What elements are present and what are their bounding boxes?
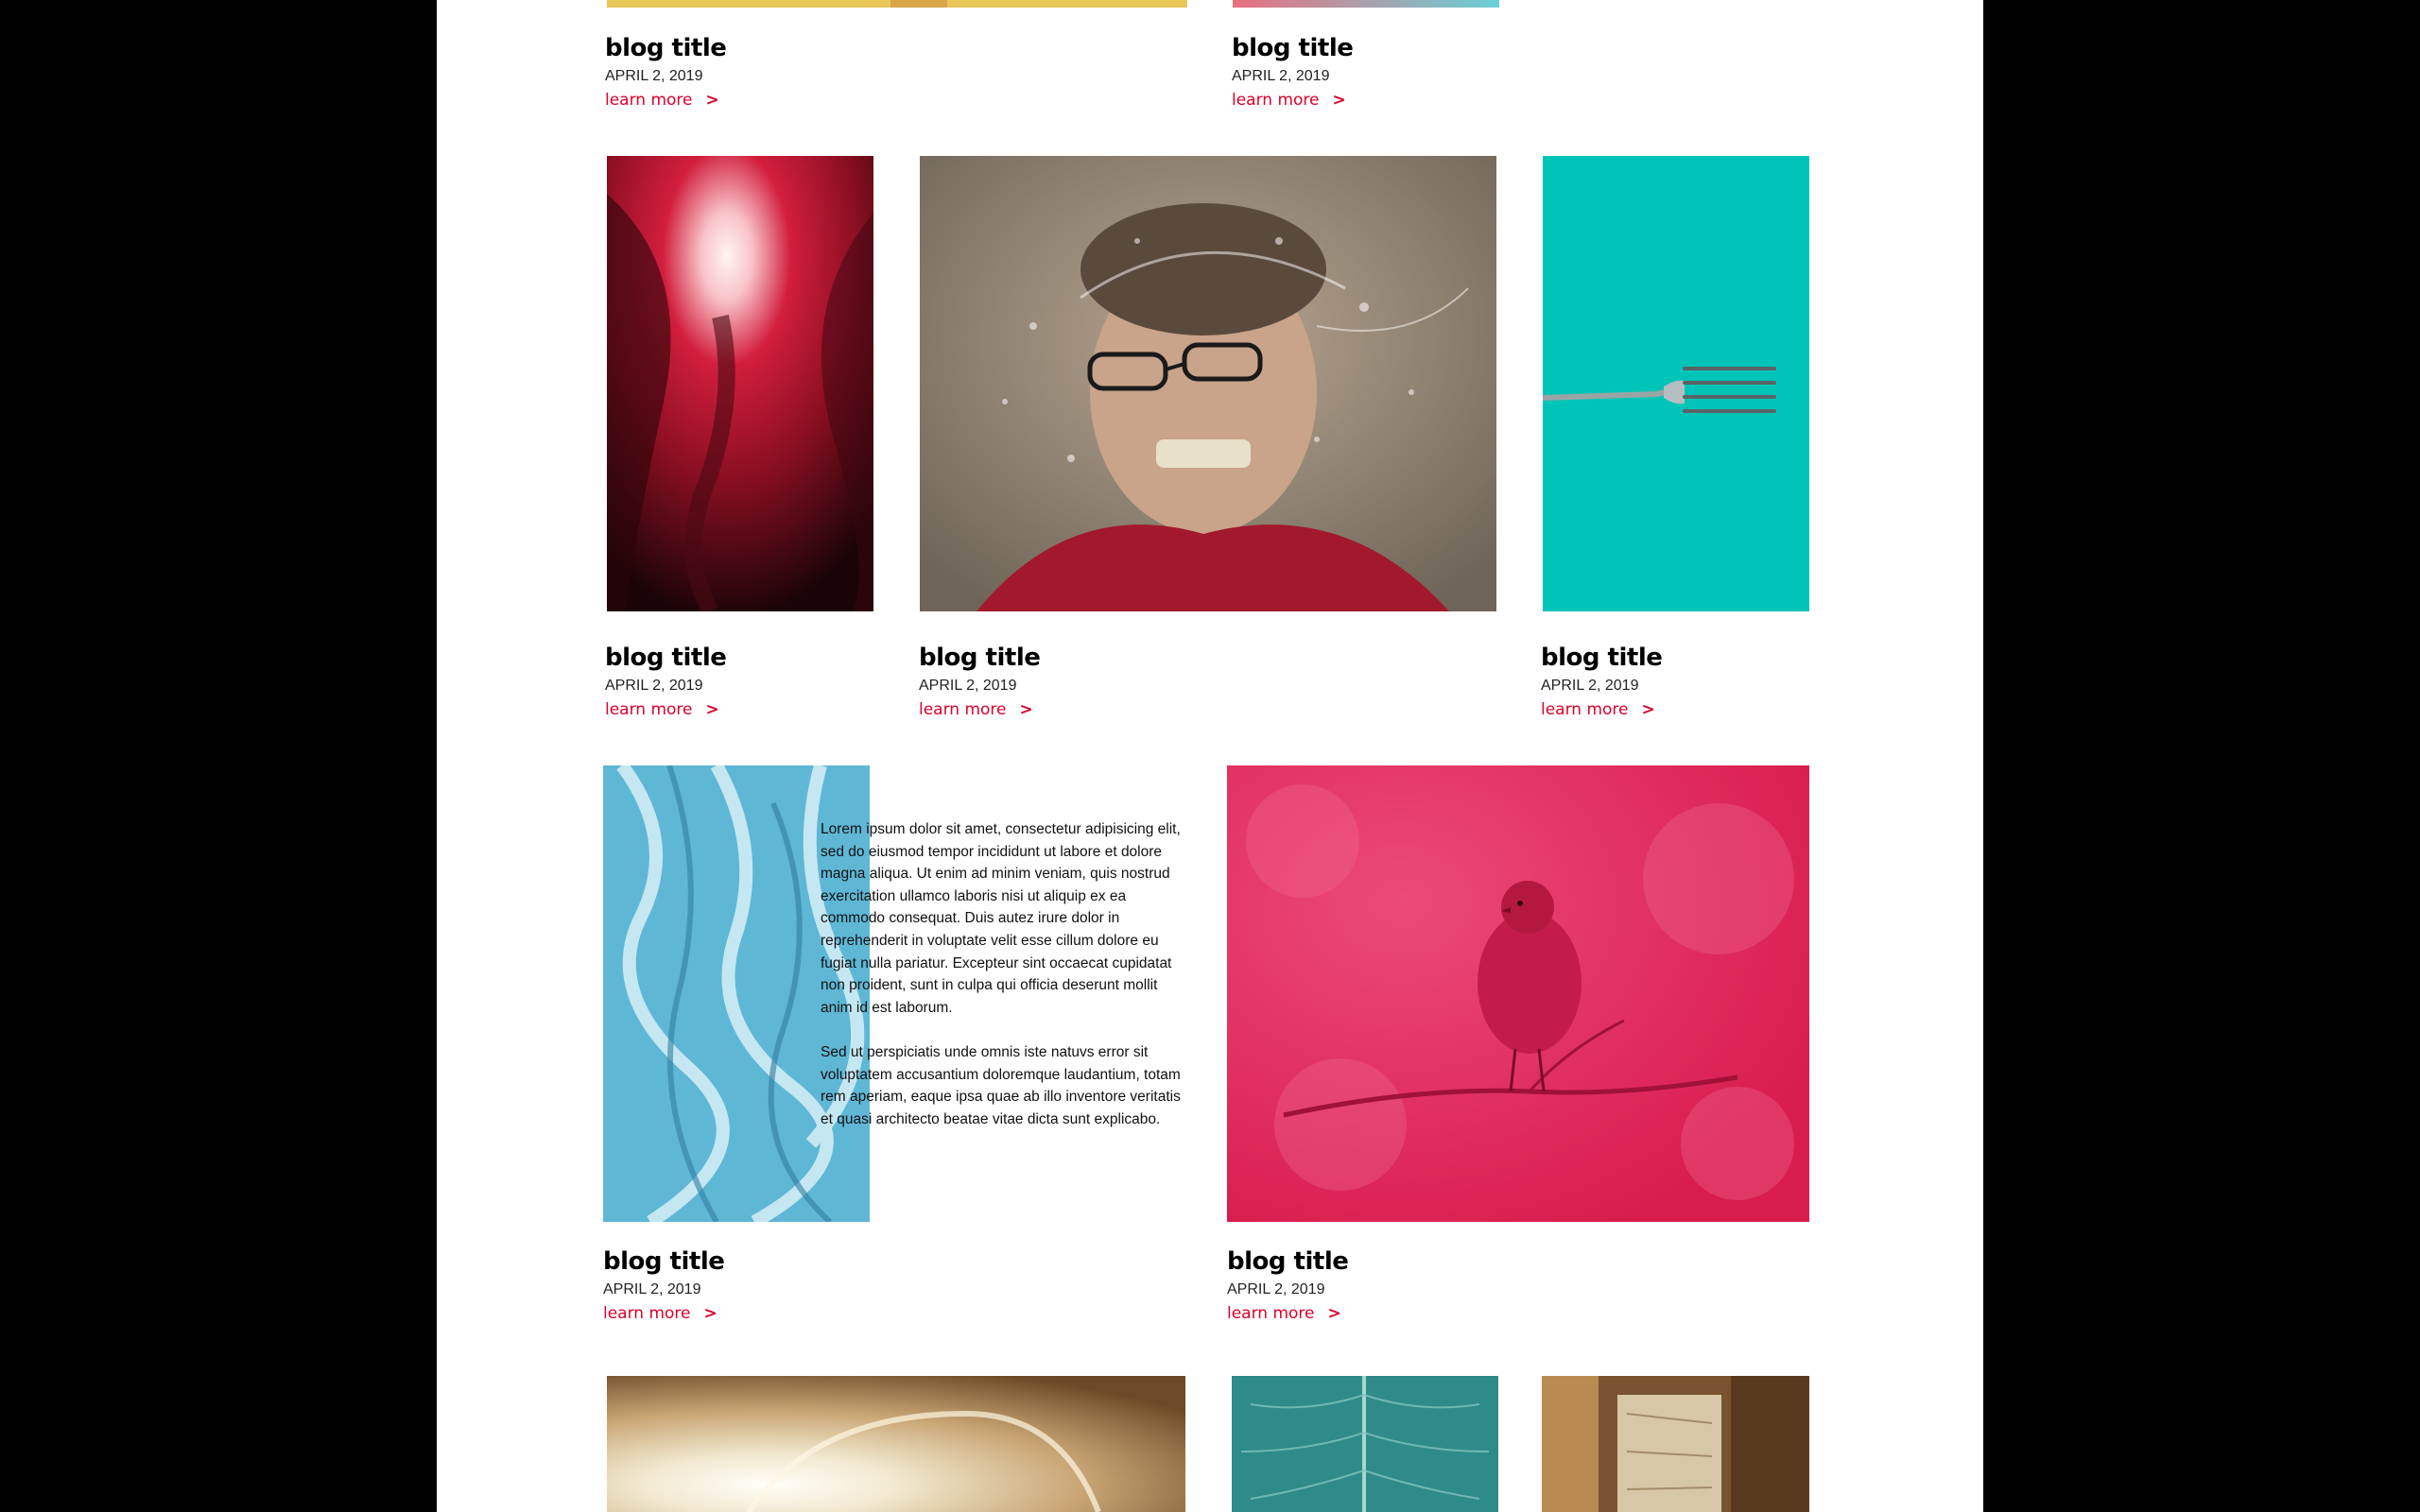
learn-more-link[interactable]: learn more >	[1227, 1302, 1341, 1325]
blog-post-5: blog title APRIL 2, 2019 learn more >	[1541, 644, 1663, 721]
featured-post-text: Lorem ipsum dolor sit amet, consectetur …	[821, 818, 1189, 1130]
post-date: APRIL 2, 2019	[605, 68, 703, 84]
learn-more-link[interactable]: learn more >	[605, 89, 719, 112]
arrow-right-icon: >	[705, 91, 719, 110]
blog-post-7: blog title APRIL 2, 2019 learn more >	[1227, 1247, 1349, 1325]
learn-more-link[interactable]: learn more >	[605, 698, 719, 721]
post-date: APRIL 2, 2019	[1541, 678, 1639, 694]
bubble-image-partial[interactable]	[607, 1376, 1185, 1512]
blog-post-1: blog title APRIL 2, 2019 learn more >	[605, 34, 727, 112]
post-title[interactable]: blog title	[919, 644, 1041, 672]
blog-post-2: blog title APRIL 2, 2019 learn more >	[1232, 34, 1354, 112]
water-splash-portrait-image[interactable]	[920, 156, 1496, 611]
post-title[interactable]: blog title	[1541, 644, 1663, 672]
pink-image-partial[interactable]	[1233, 0, 1499, 8]
post-title[interactable]: blog title	[1232, 34, 1354, 62]
featured-paragraph-1: Lorem ipsum dolor sit amet, consectetur …	[821, 821, 1181, 1016]
fork-turquoise-image[interactable]	[1543, 156, 1809, 611]
blog-post-3: blog title APRIL 2, 2019 learn more >	[605, 644, 727, 721]
blog-post-6: blog title APRIL 2, 2019 learn more >	[603, 1247, 725, 1325]
arrow-right-icon: >	[1641, 700, 1655, 719]
red-canyon-image[interactable]	[607, 156, 873, 611]
arrow-right-icon: >	[1019, 700, 1033, 719]
arrow-right-icon: >	[703, 1304, 717, 1323]
learn-more-link[interactable]: learn more >	[919, 698, 1033, 721]
post-date: APRIL 2, 2019	[603, 1281, 701, 1297]
featured-paragraph-2: Sed ut perspiciatis unde omnis iste natu…	[821, 1043, 1181, 1127]
arrow-right-icon: >	[1332, 91, 1346, 110]
learn-more-link[interactable]: learn more >	[1541, 698, 1655, 721]
post-date: APRIL 2, 2019	[1232, 68, 1330, 84]
post-date: APRIL 2, 2019	[919, 678, 1017, 694]
teal-leaf-image-partial[interactable]	[1232, 1376, 1498, 1512]
post-title[interactable]: blog title	[1227, 1247, 1349, 1276]
yellow-image-partial[interactable]	[607, 0, 1187, 8]
arrow-right-icon: >	[705, 700, 719, 719]
blog-page: blog title APRIL 2, 2019 learn more > blo…	[437, 0, 1983, 1512]
pink-bird-image[interactable]	[1227, 765, 1809, 1222]
post-title[interactable]: blog title	[603, 1247, 725, 1276]
blog-post-4: blog title APRIL 2, 2019 learn more >	[919, 644, 1041, 721]
learn-more-link[interactable]: learn more >	[1232, 89, 1346, 112]
post-title[interactable]: blog title	[605, 644, 727, 672]
wood-logs-image-partial[interactable]	[1542, 1376, 1809, 1512]
learn-more-link[interactable]: learn more >	[603, 1302, 717, 1325]
post-date: APRIL 2, 2019	[605, 678, 703, 694]
post-title[interactable]: blog title	[605, 34, 727, 62]
post-date: APRIL 2, 2019	[1227, 1281, 1325, 1297]
arrow-right-icon: >	[1327, 1304, 1341, 1323]
